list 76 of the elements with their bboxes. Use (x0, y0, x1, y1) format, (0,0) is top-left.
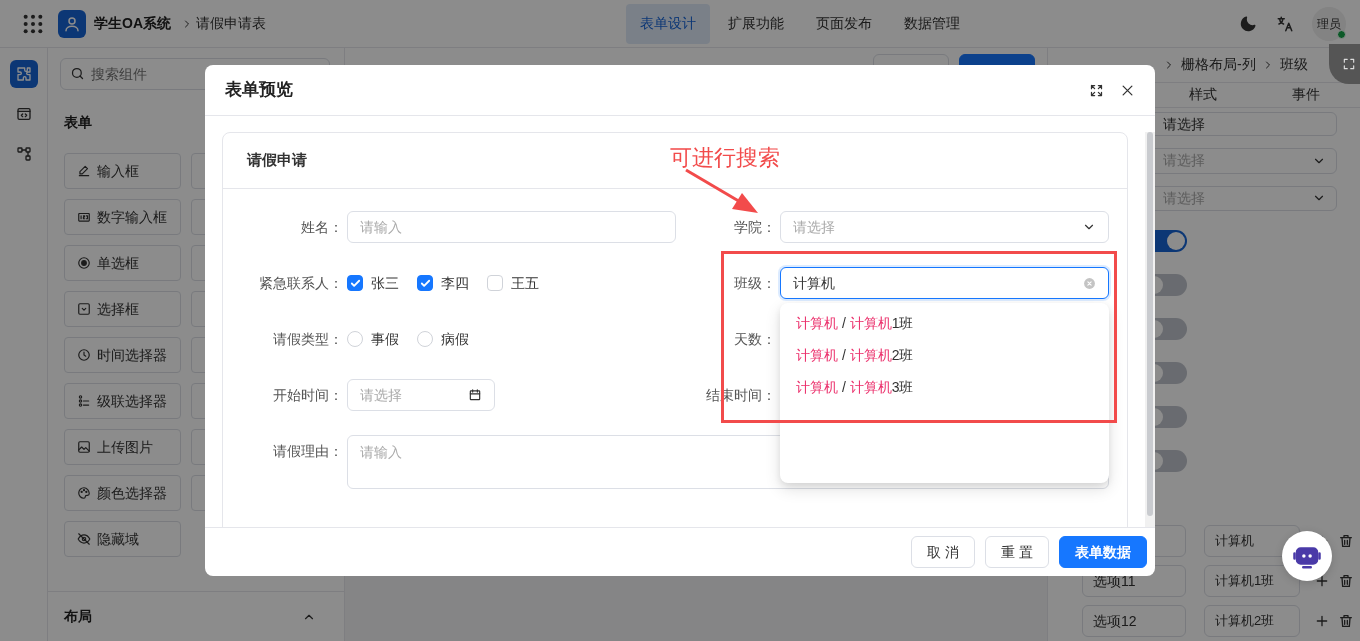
annotation-text: 可进行搜索 (670, 144, 780, 172)
nav-tab[interactable]: 表单设计 (626, 3, 710, 44)
component-button[interactable]: 选择框 (64, 291, 181, 327)
clock-icon (77, 348, 91, 362)
translate-icon (1276, 14, 1294, 33)
trash-icon (1338, 573, 1354, 589)
checkbox-option[interactable]: 王五 (487, 272, 539, 294)
radio-option[interactable]: 事假 (347, 328, 399, 350)
component-button[interactable]: 隐藏域 (64, 521, 181, 557)
code-icon (15, 106, 32, 122)
radio-option[interactable]: 病假 (417, 328, 469, 350)
field-label: 开始时间： (273, 385, 343, 405)
user-avatar[interactable]: 理员 (1312, 6, 1346, 41)
dialog-button[interactable]: 重 置 (985, 536, 1049, 568)
puzzle-icon (15, 66, 32, 82)
panel-tab[interactable]: 事件 (1254, 82, 1357, 108)
pencil-icon (77, 164, 91, 178)
assistant-button[interactable] (1282, 531, 1332, 581)
logo-icon (58, 9, 86, 38)
trash-icon (1338, 613, 1354, 629)
option-value-field[interactable]: 计算机2班 (1204, 605, 1300, 637)
check-icon (349, 277, 361, 289)
breadcrumb-item[interactable]: 班级 (1279, 54, 1308, 76)
suggestion-option[interactable]: 计算机 / 计算机3班 (780, 371, 1109, 403)
nav-tab[interactable]: 数据管理 (890, 3, 974, 44)
field-label: 姓名： (301, 217, 343, 237)
apps-menu-icon (22, 12, 44, 35)
nav-tab[interactable]: 扩展功能 (714, 3, 798, 44)
field-label: 请假理由： (273, 441, 343, 461)
section-title: 表单 (64, 113, 92, 132)
trash-icon (1338, 533, 1354, 549)
add-icon (1314, 613, 1330, 629)
search-icon (70, 66, 85, 81)
dialog-button[interactable]: 取 消 (911, 536, 976, 568)
app-name: 学生OA系统 (94, 14, 171, 33)
sidebar-tab[interactable] (9, 60, 38, 88)
nav-tab[interactable]: 页面发布 (802, 3, 886, 44)
field-label: 学院： (734, 217, 776, 237)
add-icon (1314, 573, 1330, 589)
field-label: 请假类型： (273, 329, 343, 349)
dropdown-icon (77, 302, 91, 316)
option-label-field[interactable]: 选项12 (1082, 605, 1186, 637)
maximize-icon[interactable] (1089, 82, 1104, 98)
component-button[interactable]: 单选框 (64, 245, 181, 281)
nodes-icon (15, 146, 32, 162)
list-icon (77, 394, 91, 408)
panel-tab[interactable]: 样式 (1151, 82, 1254, 108)
expand-icon (1342, 57, 1356, 71)
component-button[interactable]: 颜色选择器 (64, 475, 181, 511)
image-icon (77, 440, 91, 454)
cascader-field[interactable]: 计算机 (780, 267, 1109, 299)
clear-icon (1083, 276, 1096, 290)
component-button[interactable]: 输入框 (64, 153, 181, 189)
section-title: 布局 (64, 607, 92, 626)
form-title: 请假申请 (247, 150, 307, 171)
breadcrumb-item[interactable]: 栅格布局-列 (1181, 54, 1256, 76)
component-button[interactable]: 级联选择器 (64, 383, 181, 419)
component-button[interactable]: 数字输入框 (64, 199, 181, 235)
fullscreen-button[interactable] (1329, 44, 1360, 84)
calendar-icon (468, 388, 482, 402)
component-button[interactable]: 时间选择器 (64, 337, 181, 373)
submit-button[interactable]: 表单数据 (1059, 536, 1147, 568)
radio-icon (77, 256, 91, 270)
check-icon (419, 277, 431, 289)
suggestion-option[interactable]: 计算机 / 计算机1班 (780, 307, 1109, 339)
field-label: 班级： (734, 273, 776, 293)
checkbox-option[interactable]: 张三 (347, 272, 399, 294)
breadcrumb-item[interactable]: 请假申请表 (196, 13, 266, 34)
component-button[interactable]: 上传图片 (64, 429, 181, 465)
palette-icon (77, 486, 91, 500)
checkbox-option[interactable]: 李四 (417, 272, 469, 294)
field-label: 天数： (734, 329, 776, 349)
suggestion-option[interactable]: 计算机 / 计算机2班 (780, 339, 1109, 371)
field-label: 紧急联系人： (259, 273, 343, 293)
eye-off-icon (77, 532, 91, 546)
number-icon (77, 210, 91, 224)
